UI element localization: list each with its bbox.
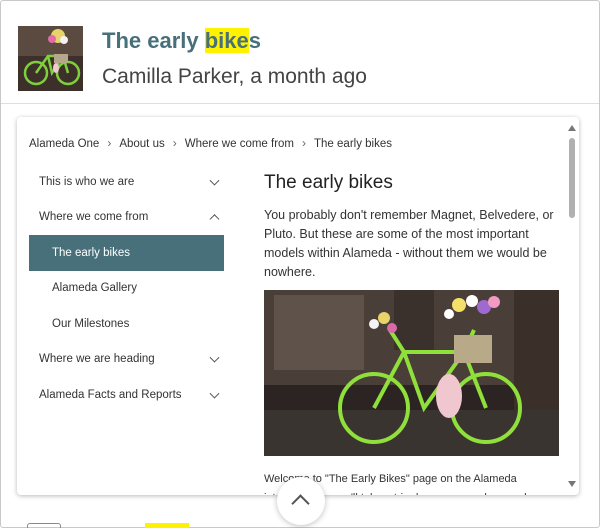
page-content: The early bikes You probably don't remem… <box>264 172 559 495</box>
divider <box>1 103 599 104</box>
scroll-up-arrow-icon[interactable] <box>568 125 576 131</box>
lead-paragraph: You probably don't remember Magnet, Belv… <box>264 208 554 279</box>
chevron-up-icon[interactable] <box>209 214 220 225</box>
result-thumbnail[interactable] <box>18 26 83 91</box>
breadcrumb-item[interactable]: Alameda One <box>29 138 99 150</box>
nav-item-alameda-gallery[interactable]: Alameda Gallery <box>29 271 224 307</box>
chevron-down-icon[interactable] <box>209 175 220 186</box>
nav-item-the-early-bikes[interactable]: The early bikes <box>29 235 224 271</box>
chevron-right-icon: › <box>302 136 307 150</box>
page-heading: The early bikes <box>264 172 393 193</box>
nav-item-alameda-facts-and-reports[interactable]: Alameda Facts and Reports <box>29 377 224 413</box>
chevron-down-icon[interactable] <box>209 352 220 363</box>
breadcrumb: Alameda One › About us › Where we come from ›… <box>29 136 392 150</box>
nav-item-our-milestones[interactable]: Our Milestones <box>29 306 224 342</box>
chevron-right-icon: › <box>172 136 177 150</box>
page-preview-card: Alameda One › About us › Where we come from ›… <box>17 117 579 495</box>
chevron-up-icon <box>291 494 310 513</box>
scrollbar-thumb[interactable] <box>569 138 575 218</box>
bicycle-hero-image <box>264 290 559 456</box>
breadcrumb-item[interactable]: Where we come from <box>185 138 294 150</box>
search-highlight <box>145 523 189 528</box>
document-icon <box>27 523 61 528</box>
breadcrumb-item-current[interactable]: The early bikes <box>314 138 392 150</box>
result-author-date: Camilla Parker, a month ago <box>102 65 367 88</box>
result-title-link[interactable]: The early bikes <box>102 28 261 54</box>
search-highlight: bike <box>204 28 249 53</box>
scroll-down-arrow-icon[interactable] <box>568 481 576 487</box>
vertical-scrollbar[interactable] <box>565 117 579 495</box>
chevron-right-icon: › <box>107 136 112 150</box>
breadcrumb-item[interactable]: About us <box>119 138 164 150</box>
nav-item-where-we-come-from[interactable]: Where we come from <box>29 200 224 236</box>
search-results-panel: The early bikes Camilla Parker, a month … <box>0 0 600 528</box>
site-navigation: This is who we are Where we come from Th… <box>29 164 224 413</box>
nav-item-this-is-who-we-are[interactable]: This is who we are <box>29 164 224 200</box>
chevron-down-icon[interactable] <box>209 388 220 399</box>
nav-item-where-we-are-heading[interactable]: Where we are heading <box>29 342 224 378</box>
collapse-preview-button[interactable] <box>277 477 325 525</box>
